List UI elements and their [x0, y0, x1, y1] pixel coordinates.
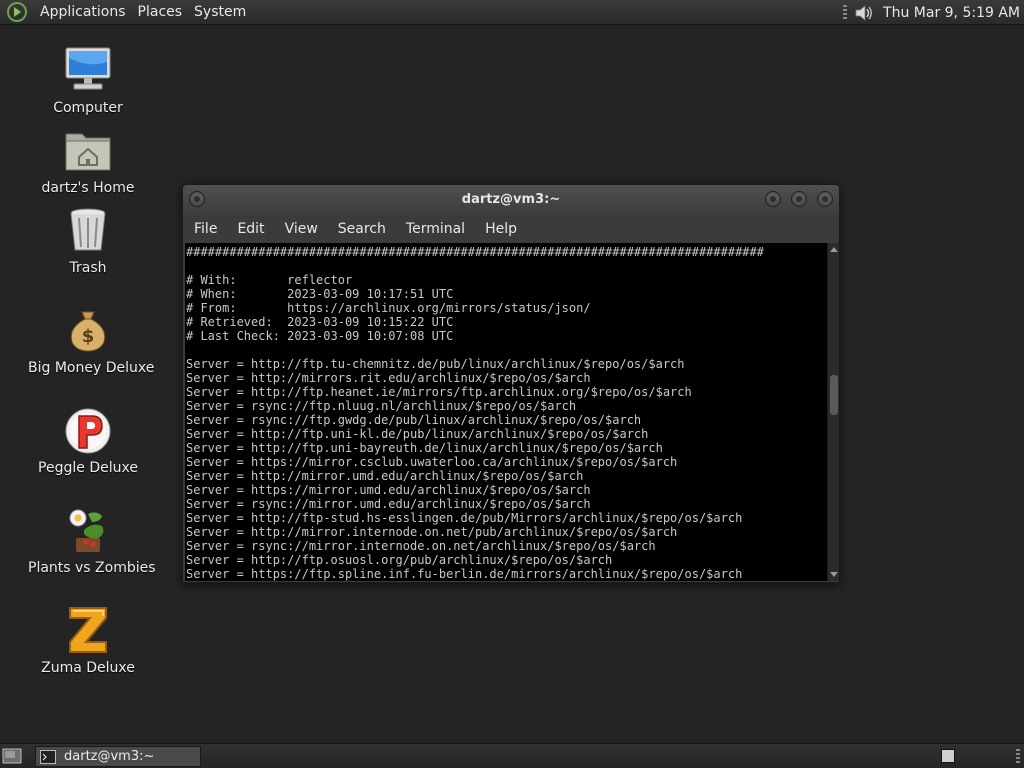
terminal-line: Server = rsync://ftp.nluug.nl/archlinux/…: [186, 399, 577, 413]
desktop-icon-label: Peggle Deluxe: [38, 460, 138, 476]
close-button[interactable]: [817, 191, 833, 207]
places-menu[interactable]: Places: [132, 4, 189, 20]
menu-help[interactable]: Help: [478, 221, 524, 237]
menu-file[interactable]: File: [187, 221, 224, 237]
menu-edit[interactable]: Edit: [230, 221, 271, 237]
desktop-icon-home[interactable]: dartz's Home: [28, 124, 148, 196]
desktop-icon-big-money[interactable]: $ Big Money Deluxe: [28, 304, 155, 376]
terminal-output[interactable]: ########################################…: [185, 243, 827, 581]
plants-vs-zombies-icon: [69, 509, 104, 552]
maximize-button[interactable]: [791, 191, 807, 207]
bottom-panel: dartz@vm3:~: [0, 743, 1024, 768]
workspace-switcher[interactable]: [941, 749, 955, 763]
terminal-line: Server = https://mirror.csclub.uwaterloo…: [186, 455, 678, 469]
terminal-window: dartz@vm3:~ File Edit View Search Termin…: [182, 184, 840, 583]
terminal-line: # From: https://archlinux.org/mirrors/st…: [186, 301, 591, 315]
trash-icon: [70, 208, 106, 251]
desktop-icon-label: dartz's Home: [41, 180, 135, 196]
terminal-line: Server = http://ftp.uni-kl.de/pub/linux/…: [186, 427, 649, 441]
window-titlebar[interactable]: dartz@vm3:~: [183, 185, 839, 215]
terminal-line: ########################################…: [186, 245, 764, 259]
show-desktop-icon[interactable]: [2, 747, 22, 765]
terminal-line: # With: reflector: [186, 273, 353, 287]
desktop-icon-label: Computer: [53, 100, 123, 116]
taskbar-button-terminal[interactable]: dartz@vm3:~: [35, 746, 201, 767]
scroll-down-arrow-icon[interactable]: [830, 572, 838, 577]
desktop-icon-computer[interactable]: Computer: [28, 44, 148, 116]
desktop-icon-label: Plants vs Zombies: [28, 560, 156, 576]
terminal-line: # Last Check: 2023-03-09 10:07:08 UTC: [186, 329, 454, 343]
applications-menu[interactable]: Applications: [34, 4, 132, 20]
scrollbar-thumb[interactable]: [830, 375, 838, 415]
terminal-line: Server = http://mirror.internode.on.net/…: [186, 525, 678, 539]
menu-view[interactable]: View: [278, 221, 325, 237]
terminal-line: # When: 2023-03-09 10:17:51 UTC: [186, 287, 454, 301]
computer-icon: [65, 47, 111, 90]
terminal-line: Server = rsync://ftp.gwdg.de/pub/linux/a…: [186, 413, 642, 427]
desktop-icon-label: Zuma Deluxe: [41, 660, 135, 676]
terminal-scrollbar[interactable]: [827, 243, 839, 581]
desktop-icon-trash[interactable]: Trash: [28, 204, 148, 276]
volume-icon[interactable]: [853, 2, 875, 24]
menu-search[interactable]: Search: [331, 221, 393, 237]
terminal-line: Server = http://ftp.osuosl.org/pub/archl…: [186, 553, 613, 567]
terminal-line: Server = rsync://mirror.internode.on.net…: [186, 539, 656, 553]
svg-text:$: $: [82, 326, 95, 347]
panel-separator: [1016, 749, 1020, 765]
terminal-line: Server = http://mirrors.rit.edu/archlinu…: [186, 371, 591, 385]
money-bag-icon: $: [70, 311, 106, 352]
terminal-line: Server = http://ftp.tu-chemnitz.de/pub/l…: [186, 357, 685, 371]
panel-tray: Thu Mar 9, 5:19 AM: [843, 0, 1020, 25]
desktop-icon-label: Trash: [69, 260, 107, 276]
terminal-menubar: File Edit View Search Terminal Help: [183, 215, 839, 243]
terminal-line: # Retrieved: 2023-03-09 10:15:22 UTC: [186, 315, 454, 329]
clock[interactable]: Thu Mar 9, 5:19 AM: [883, 5, 1020, 21]
desktop-icon-plants-vs-zombies[interactable]: Plants vs Zombies: [28, 504, 156, 576]
top-panel: Applications Places System Thu Mar 9, 5:…: [0, 0, 1024, 25]
taskbar-label: dartz@vm3:~: [64, 749, 155, 764]
main-menu-logo-icon[interactable]: [6, 1, 28, 23]
desktop-icon-peggle[interactable]: Peggle Deluxe: [28, 404, 148, 476]
terminal-line: Server = http://ftp-stud.hs-esslingen.de…: [186, 511, 743, 525]
panel-separator: [843, 4, 848, 21]
scroll-up-arrow-icon[interactable]: [830, 247, 838, 252]
terminal-line: Server = http://mirror.umd.edu/archlinux…: [186, 469, 584, 483]
terminal-line: Server = rsync://mirror.umd.edu/archlinu…: [186, 497, 591, 511]
window-title: dartz@vm3:~: [461, 192, 561, 207]
terminal-line: Server = http://ftp.heanet.ie/mirrors/ft…: [186, 385, 692, 399]
peggle-icon: [65, 408, 111, 454]
terminal-line: Server = http://ftp.uni-bayreuth.de/linu…: [186, 441, 663, 455]
home-folder-icon: [65, 133, 111, 171]
terminal-line: Server = https://ftp.spline.inf.fu-berli…: [186, 567, 743, 581]
desktop-icon-label: Big Money Deluxe: [28, 360, 155, 376]
minimize-button[interactable]: [765, 191, 781, 207]
terminal-line: Server = https://mirror.umd.edu/archlinu…: [186, 483, 591, 497]
terminal-icon: [40, 749, 56, 764]
menu-terminal[interactable]: Terminal: [399, 221, 472, 237]
system-menu[interactable]: System: [188, 4, 252, 20]
zuma-icon: [69, 607, 107, 653]
desktop-icon-zuma[interactable]: Zuma Deluxe: [28, 604, 148, 676]
